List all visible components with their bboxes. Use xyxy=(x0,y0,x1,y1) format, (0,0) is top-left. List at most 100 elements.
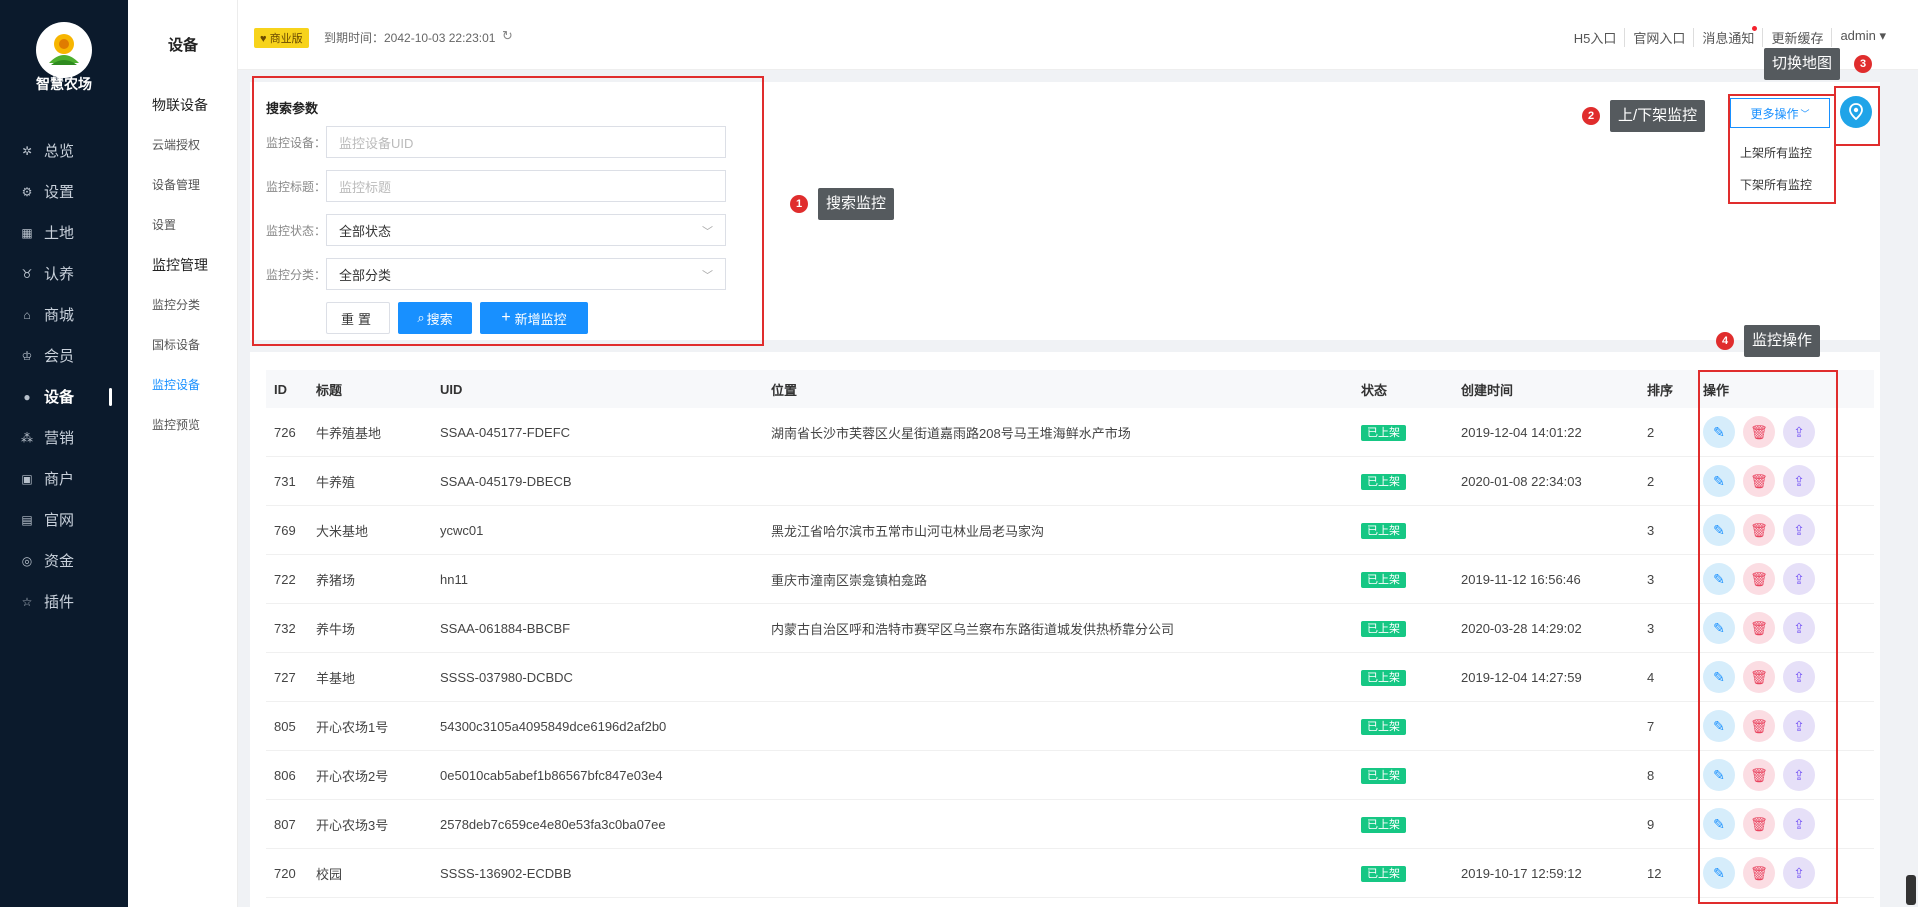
top-link[interactable]: 更新缓存 xyxy=(1762,28,1831,47)
subnav-item[interactable]: 设备管理 xyxy=(152,172,208,212)
table-row: 769 大米基地 ycwc01 黑龙江省哈尔滨市五常市山河屯林业局老马家沟 已上架 3 ✎ 🗑… xyxy=(266,506,1874,555)
cell-title: 校园 xyxy=(316,866,343,882)
sidebar-item[interactable]: ☆ 插件 xyxy=(0,581,128,622)
subnav-item[interactable]: 云端授权 xyxy=(152,132,208,172)
website-icon: ▤ xyxy=(21,512,33,527)
gear-icon: ⚙ xyxy=(21,184,33,199)
sidebar-item[interactable]: ⌂ 商城 xyxy=(0,294,128,335)
status-badge: 已上架 xyxy=(1361,572,1406,588)
col-sort: 排序 xyxy=(1647,382,1674,398)
page-scrollbar[interactable] xyxy=(1906,875,1916,905)
top-link[interactable]: 消息通知 xyxy=(1693,26,1762,47)
refresh-icon[interactable]: ↻ xyxy=(502,28,513,44)
sidebar-item[interactable]: ✲ 总览 xyxy=(0,130,128,171)
cell-title: 养牛场 xyxy=(316,621,356,637)
sidebar-item[interactable]: ♔ 会员 xyxy=(0,335,128,376)
cell-sort: 2 xyxy=(1647,424,1655,440)
sidebar-item[interactable]: ◎ 资金 xyxy=(0,540,128,581)
sidebar-item[interactable]: ▦ 土地 xyxy=(0,212,128,253)
cell-created-time: 2019-12-04 14:27:59 xyxy=(1461,669,1582,685)
sidebar-item[interactable]: ▤ 官网 xyxy=(0,499,128,540)
subnav-item[interactable]: 设置 xyxy=(152,212,208,252)
col-created-time: 创建时间 xyxy=(1461,382,1514,398)
app-name: 智慧农场 xyxy=(36,76,92,92)
cell-id: 732 xyxy=(274,620,296,636)
top-link[interactable]: admin ▾ xyxy=(1831,28,1894,47)
marketing-icon: ⁂ xyxy=(21,430,33,445)
main-sidebar: 智慧农场 ✲ 总览 ⚙ 设置 ▦ 土地 ♉ 认养 ⌂ 商城 ♔ 会员 ● 设备 ⁂ 营销 ▣ 商户 ▤ 官网 ◎ 资金 ☆ 插… xyxy=(0,0,128,907)
cell-title: 大米基地 xyxy=(316,523,369,539)
table-row: 807 开心农场3号 2578deb7c659ce4e80e53fa3c0ba07e… xyxy=(266,800,1874,849)
top-link[interactable]: 官网入口 xyxy=(1624,28,1693,47)
sidebar-item-label: 总览 xyxy=(44,143,75,160)
annotation-tip: 上/下架监控 xyxy=(1610,100,1706,132)
sidebar-item-label: 官网 xyxy=(44,512,75,529)
sidebar-item[interactable]: ● 设备 xyxy=(0,376,128,417)
cell-sort: 3 xyxy=(1647,620,1655,636)
cell-id: 726 xyxy=(274,424,296,440)
col-id: ID xyxy=(274,381,287,397)
subnav-group[interactable]: 监控管理 xyxy=(152,252,208,292)
cell-title: 开心农场3号 xyxy=(316,817,389,833)
app-logo[interactable] xyxy=(36,22,92,78)
status-badge: 已上架 xyxy=(1361,866,1406,882)
cell-id: 731 xyxy=(274,473,296,489)
status-badge: 已上架 xyxy=(1361,817,1406,833)
cell-location: 重庆市潼南区崇龛镇柏龛路 xyxy=(771,572,928,588)
cow-icon: ♉ xyxy=(21,266,33,281)
subnav-group[interactable]: 物联设备 xyxy=(152,92,208,132)
annotation-tip: 搜索监控 xyxy=(818,188,895,220)
top-link[interactable]: H5入口 xyxy=(1566,28,1625,47)
subnav-item[interactable]: 监控分类 xyxy=(152,292,208,332)
cell-title: 养猪场 xyxy=(316,572,356,588)
annotation-box-shelf xyxy=(1728,94,1836,204)
table-row: 732 养牛场 SSAA-061884-BBCBF 内蒙古自治区呼和浩特市赛罕区乌兰察… xyxy=(266,604,1874,653)
annotation-tip: 监控操作 xyxy=(1744,325,1821,357)
subnav-item[interactable]: 监控设备 xyxy=(152,372,208,412)
sidebar-item[interactable]: ♉ 认养 xyxy=(0,253,128,294)
subnav-item[interactable]: 监控预览 xyxy=(152,412,208,452)
cell-sort: 3 xyxy=(1647,571,1655,587)
cell-title: 牛养殖 xyxy=(316,474,356,490)
sidebar-item-label: 资金 xyxy=(44,553,75,570)
cell-status: 已上架 xyxy=(1361,571,1461,588)
cell-status: 已上架 xyxy=(1361,669,1461,686)
table-row: 726 牛养殖基地 SSAA-045177-FDEFC 湖南省长沙市芙蓉区火星街道嘉雨… xyxy=(266,408,1874,457)
cell-uid: 2578deb7c659ce4e80e53fa3c0ba07ee xyxy=(440,816,666,832)
table-row: 722 养猪场 hn11 重庆市潼南区崇龛镇柏龛路 已上架 2019-11-12 16:5… xyxy=(266,555,1874,604)
sunflower-logo-icon xyxy=(40,26,88,74)
cell-sort: 8 xyxy=(1647,767,1655,783)
location-pin-icon: ● xyxy=(23,389,31,404)
col-title: 标题 xyxy=(316,382,343,398)
cell-id: 727 xyxy=(274,669,296,685)
subnav-item[interactable]: 国标设备 xyxy=(152,332,208,372)
top-link-label: 更新缓存 xyxy=(1771,31,1824,46)
cell-sort: 4 xyxy=(1647,669,1655,685)
edition-badge: ♥ 商业版 xyxy=(254,28,309,48)
table-row: 805 开心农场1号 54300c3105a4095849dce6196d2af2b… xyxy=(266,702,1874,751)
member-icon: ♔ xyxy=(21,348,33,363)
annotation-number: 4 xyxy=(1716,332,1734,350)
sidebar-item-label: 土地 xyxy=(44,225,75,242)
monitor-table: ID 标题 UID 位置 状态 创建时间 排序 操作 726 牛养殖基地 SSAA-… xyxy=(266,370,1874,898)
sidebar-item-label: 设置 xyxy=(44,184,75,201)
expire-time: 到期时间：2042-10-03 22:23:01 xyxy=(324,31,496,45)
status-badge: 已上架 xyxy=(1361,768,1406,784)
cell-id: 807 xyxy=(274,816,296,832)
cell-uid: SSAA-045177-FDEFC xyxy=(440,424,571,440)
sidebar-item-label: 商户 xyxy=(44,471,75,488)
status-badge: 已上架 xyxy=(1361,425,1406,441)
cell-title: 开心农场2号 xyxy=(316,768,389,784)
subnav-title: 设备 xyxy=(167,37,198,54)
sidebar-item[interactable]: ⁂ 营销 xyxy=(0,417,128,458)
cell-created-time: 2020-03-28 14:29:02 xyxy=(1461,620,1582,636)
annotation-box-map xyxy=(1834,86,1880,146)
cell-sort: 2 xyxy=(1647,473,1655,489)
cell-uid: SSAA-045179-DBECB xyxy=(440,473,572,489)
status-badge: 已上架 xyxy=(1361,670,1406,686)
annotation-number: 2 xyxy=(1582,107,1600,125)
sidebar-item[interactable]: ⚙ 设置 xyxy=(0,171,128,212)
subnav-list: 物联设备 云端授权 设备管理 设置 监控管理 监控分类 国标设备 监控设备 监控预览 xyxy=(152,92,208,452)
cell-created-time: 2020-01-08 22:34:03 xyxy=(1461,473,1582,489)
sidebar-item[interactable]: ▣ 商户 xyxy=(0,458,128,499)
